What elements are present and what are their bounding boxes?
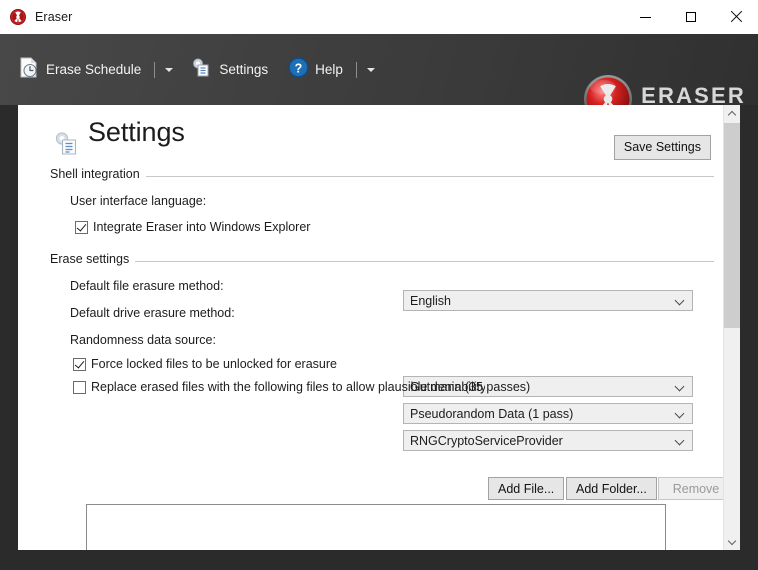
settings-content-panel: Settings Save Settings Shell integration… [18, 105, 740, 550]
brand-text: ERASER 6.2 [641, 85, 746, 106]
drive-erasure-method-combo[interactable]: Pseudorandom Data (1 pass) [403, 403, 693, 424]
group-title-erase-settings: Erase settings [50, 252, 135, 266]
save-settings-button[interactable]: Save Settings [614, 135, 711, 160]
row-randomness-source: Randomness data source: [70, 329, 216, 351]
page-header: Settings Save Settings [38, 117, 713, 169]
row-drive-erasure-method: Default drive erasure method: [70, 302, 235, 324]
close-icon [730, 11, 742, 23]
svg-text:?: ? [295, 61, 303, 75]
group-shell-integration: Shell integration [38, 168, 716, 184]
main-toolbar: Erase Schedule [0, 34, 758, 105]
question-circle-icon: ? [287, 56, 310, 84]
randomness-source-combo[interactable]: RNGCryptoServiceProvider [403, 430, 693, 451]
page-title: Settings [88, 117, 185, 148]
minimize-button[interactable] [623, 0, 668, 34]
scroll-down-button[interactable] [724, 533, 740, 550]
explorer-integration-checkbox[interactable] [75, 221, 88, 234]
add-folder-button[interactable]: Add Folder... [566, 477, 657, 500]
label-file-erasure-method: Default file erasure method: [70, 279, 224, 293]
chevron-up-icon [729, 110, 736, 117]
plausible-deniability-checkbox[interactable] [73, 381, 86, 394]
maximize-icon [686, 12, 696, 22]
toolbar-button-erase-schedule[interactable]: Erase Schedule [14, 55, 146, 85]
label-randomness-source: Randomness data source: [70, 333, 216, 347]
label-drive-erasure-method: Default drive erasure method: [70, 306, 235, 320]
chevron-down-icon [676, 436, 685, 445]
settings-form: Settings Save Settings Shell integration… [18, 105, 723, 550]
label-ui-language: User interface language: [70, 194, 206, 208]
row-file-erasure-method: Default file erasure method: [70, 275, 224, 297]
chevron-down-icon [165, 68, 173, 72]
ui-language-combo[interactable]: English [403, 290, 693, 311]
vertical-scrollbar[interactable] [723, 105, 740, 550]
group-header-shell-integration: Shell integration [38, 168, 716, 184]
chevron-down-icon [676, 409, 685, 418]
chevron-down-icon [729, 538, 736, 545]
row-ui-language: User interface language: [70, 190, 206, 212]
settings-gear-document-icon [52, 129, 82, 164]
group-divider-line [50, 261, 714, 262]
erase-schedule-dropdown-button[interactable] [161, 58, 177, 82]
close-button[interactable] [713, 0, 758, 34]
toolbar-items: Erase Schedule [14, 34, 379, 105]
ui-language-value: English [410, 294, 451, 308]
chevron-down-icon [676, 382, 685, 391]
explorer-integration-label: Integrate Eraser into Windows Explorer [93, 220, 310, 234]
radiation-hazard-icon [583, 74, 633, 105]
maximize-button[interactable] [668, 0, 713, 34]
toolbar-separator-2 [356, 62, 357, 78]
force-unlock-label: Force locked files to be unlocked for er… [91, 357, 337, 371]
replacement-file-list[interactable] [86, 504, 666, 550]
window-title: Eraser [35, 10, 72, 24]
toolbar-label-settings: Settings [219, 62, 268, 77]
scrollbar-thumb[interactable] [724, 123, 740, 328]
randomness-source-value: RNGCryptoServiceProvider [410, 434, 563, 448]
toolbar-separator-1 [154, 62, 155, 78]
toolbar-button-help[interactable]: ? Help [285, 55, 348, 85]
window-controls [623, 0, 758, 34]
eraser-brand-logo: ERASER 6.2 [583, 74, 746, 105]
gear-document-icon [189, 55, 214, 85]
chevron-down-icon [367, 68, 375, 72]
toolbar-button-settings[interactable]: Settings [187, 55, 273, 85]
plausible-deniability-checkbox-row[interactable]: Replace erased files with the following … [73, 380, 485, 394]
explorer-integration-checkbox-row[interactable]: Integrate Eraser into Windows Explorer [75, 220, 310, 234]
application-window: Eraser [0, 0, 758, 570]
group-divider-line [50, 176, 714, 177]
group-erase-settings: Erase settings [38, 253, 716, 269]
force-unlock-checkbox-row[interactable]: Force locked files to be unlocked for er… [73, 357, 337, 371]
drive-erasure-method-value: Pseudorandom Data (1 pass) [410, 407, 573, 421]
title-bar: Eraser [0, 0, 758, 35]
group-header-erase-settings: Erase settings [38, 253, 716, 269]
help-dropdown-button[interactable] [363, 58, 379, 82]
force-unlock-checkbox[interactable] [73, 358, 86, 371]
scroll-up-button[interactable] [724, 105, 740, 122]
toolbar-label-erase-schedule: Erase Schedule [46, 62, 141, 77]
minimize-icon [640, 17, 651, 18]
group-title-shell-integration: Shell integration [50, 167, 146, 181]
chevron-down-icon [676, 296, 685, 305]
toolbar-label-help: Help [315, 62, 343, 77]
document-clock-icon [16, 55, 41, 85]
eraser-radiation-icon [9, 8, 27, 26]
brand-name: ERASER [641, 85, 746, 106]
plausible-deniability-label: Replace erased files with the following … [91, 380, 485, 394]
add-file-button[interactable]: Add File... [488, 477, 564, 500]
